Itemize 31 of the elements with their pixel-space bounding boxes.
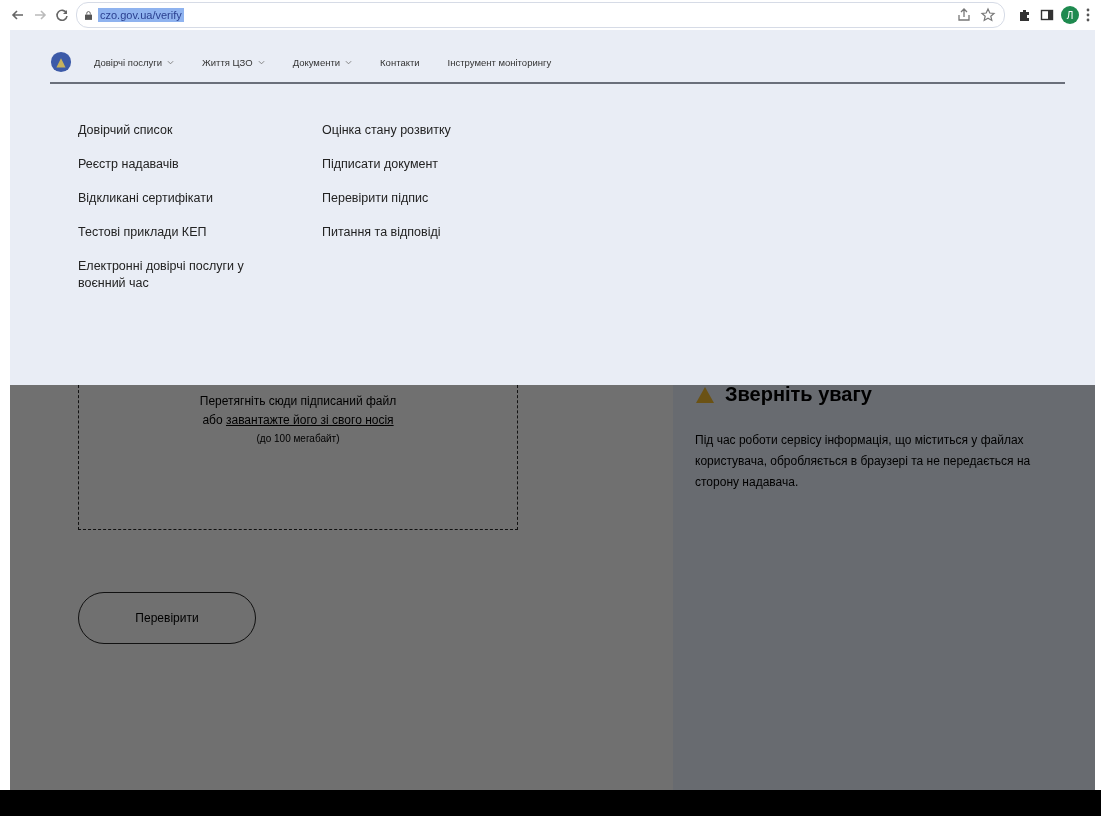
menu-link[interactable]: Підписати документ bbox=[322, 156, 522, 173]
nav-link[interactable]: Інструмент моніторингу bbox=[447, 56, 552, 68]
menu-link[interactable]: Питання та відповіді bbox=[322, 224, 522, 241]
nav-link[interactable]: Контакти bbox=[380, 56, 420, 68]
star-icon[interactable] bbox=[980, 7, 996, 23]
drop-instruction: Перетягніть сюди підписаний файл bbox=[198, 393, 398, 410]
address-bar[interactable]: czo.gov.ua/verify bbox=[76, 2, 1005, 28]
upload-link[interactable]: завантажте його зі свого носія bbox=[225, 413, 394, 427]
more-icon[interactable] bbox=[1085, 7, 1091, 23]
notice-title: Зверніть увагу bbox=[725, 383, 872, 406]
nav-link[interactable]: Документи bbox=[292, 56, 353, 68]
menu-link[interactable]: Реєстр надавачів bbox=[78, 156, 278, 173]
reload-icon[interactable] bbox=[54, 7, 70, 23]
notice-text: Під час роботи сервісу інформація, що міститься у файлах користувача, обробляється в браузері та не передається на сторону надавача. bbox=[695, 432, 1032, 491]
lock-icon bbox=[85, 10, 92, 20]
nav-link[interactable]: Життя ЦЗО bbox=[202, 56, 265, 68]
menu-link[interactable]: Відкликані сертифікати bbox=[78, 190, 278, 207]
size-hint: (до 100 мегабайт) bbox=[256, 433, 340, 444]
menu-link[interactable]: Електронні довірчі послуги у воєнний час bbox=[78, 258, 278, 292]
url-text: czo.gov.ua/verify bbox=[98, 8, 184, 22]
share-icon[interactable] bbox=[956, 7, 972, 23]
sidebar-icon[interactable] bbox=[1039, 7, 1055, 23]
menu-link[interactable]: Довірчий список bbox=[78, 122, 278, 139]
profile-avatar[interactable]: Л bbox=[1061, 6, 1079, 24]
upload-instruction: або завантажте його зі свого носія bbox=[201, 412, 395, 429]
logo-icon[interactable] bbox=[50, 51, 72, 73]
menu-link[interactable]: Тестові приклади КЕП bbox=[78, 224, 278, 241]
nav-link[interactable]: Довірчі послуги bbox=[94, 56, 174, 68]
menu-link[interactable]: Перевірити підпис bbox=[322, 190, 522, 207]
file-drop-zone[interactable]: Перетягніть сюди підписаний файл або завантажте його зі свого носія (до 100 мегабайт) bbox=[78, 385, 518, 530]
menu-link[interactable]: Оцінка стану розвитку bbox=[322, 122, 522, 139]
